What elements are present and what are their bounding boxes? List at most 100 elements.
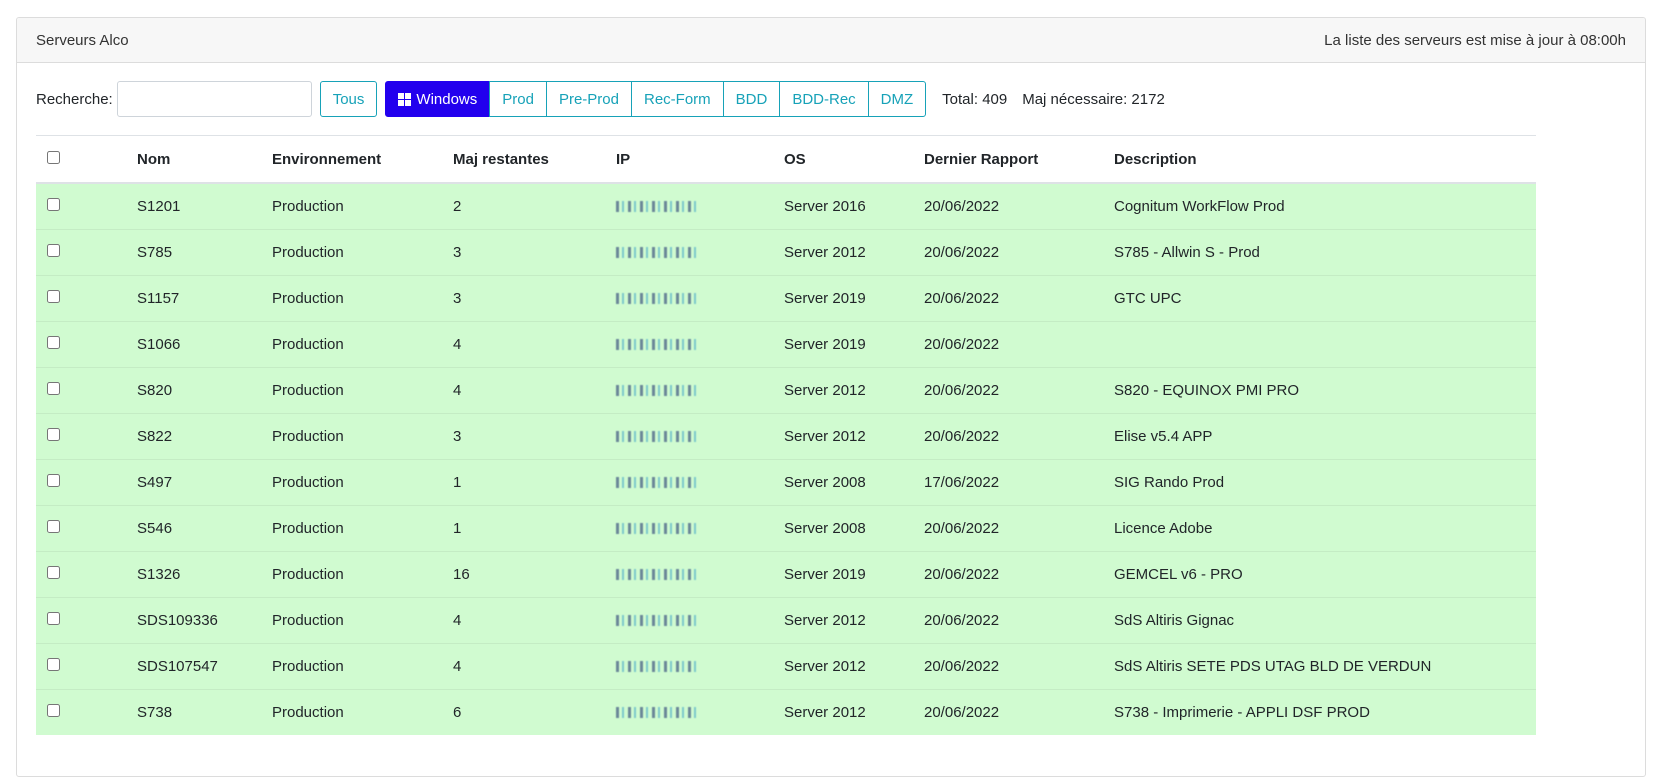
filter-windows-label: Windows xyxy=(416,90,478,108)
cell-os: Server 2012 xyxy=(784,642,924,689)
cell-description: SdS Altiris SETE PDS UTAG BLD DE VERDUN xyxy=(1114,642,1536,689)
servers-card: Serveurs Alco La liste des serveurs est … xyxy=(16,17,1646,777)
filter-bdd-button[interactable]: BDD xyxy=(722,81,781,117)
select-all-checkbox[interactable] xyxy=(47,150,60,164)
cell-nom: S738 xyxy=(137,688,272,735)
cell-description xyxy=(1114,320,1536,367)
row-checkbox[interactable] xyxy=(47,427,60,441)
redacted-ip xyxy=(616,293,698,305)
cell-ip xyxy=(616,182,784,229)
table-row[interactable]: S822 Production 3 Server 2012 20/06/2022 Elis… xyxy=(36,412,1536,459)
cell-nom: S822 xyxy=(137,412,272,459)
row-checkbox[interactable] xyxy=(47,289,60,303)
row-checkbox[interactable] xyxy=(47,335,60,349)
table-row[interactable]: S738 Production 6 Server 2012 20/06/2022 S738… xyxy=(36,688,1536,735)
table-row[interactable]: S820 Production 4 Server 2012 20/06/2022 S820… xyxy=(36,366,1536,413)
cell-ip xyxy=(616,458,784,505)
cell-ip xyxy=(616,412,784,459)
row-checkbox[interactable] xyxy=(47,657,60,671)
cell-dernier-rapport: 20/06/2022 xyxy=(924,596,1114,643)
cell-dernier-rapport: 20/06/2022 xyxy=(924,688,1114,735)
table-row[interactable]: S1326 Production 16 Server 2019 20/06/2022 GE… xyxy=(36,550,1536,597)
cell-dernier-rapport: 20/06/2022 xyxy=(924,412,1114,459)
table-row[interactable]: S497 Production 1 Server 2008 17/06/2022 SIG … xyxy=(36,458,1536,505)
table-row[interactable]: SDS107547 Production 4 Server 2012 20/06/202… xyxy=(36,642,1536,689)
table-header-row: Nom Environnement Maj restantes IP OS De… xyxy=(36,135,1536,184)
cell-environnement: Production xyxy=(272,688,453,735)
filter-all-button[interactable]: Tous xyxy=(319,81,378,117)
cell-description: GEMCEL v6 - PRO xyxy=(1114,550,1536,597)
cell-os: Server 2012 xyxy=(784,412,924,459)
table-row[interactable]: S546 Production 1 Server 2008 20/06/2022 Lice… xyxy=(36,504,1536,551)
total-count: Total: 409 xyxy=(942,90,1008,108)
cell-environnement: Production xyxy=(272,550,453,597)
redacted-ip xyxy=(616,523,698,535)
cell-os: Server 2012 xyxy=(784,228,924,275)
table-row[interactable]: S785 Production 3 Server 2012 20/06/2022 S785… xyxy=(36,228,1536,275)
table-row[interactable]: S1066 Production 4 Server 2019 20/06/2022 xyxy=(36,320,1536,367)
cell-maj-restantes: 1 xyxy=(453,458,616,505)
table-row[interactable]: SDS109336 Production 4 Server 2012 20/06/202… xyxy=(36,596,1536,643)
table-wrapper: Nom Environnement Maj restantes IP OS De… xyxy=(17,135,1645,735)
cell-description: Cognitum WorkFlow Prod xyxy=(1114,182,1536,229)
cell-nom: S1326 xyxy=(137,550,272,597)
cell-nom: SDS107547 xyxy=(137,642,272,689)
filter-button-group: Windows Prod Pre-Prod Rec-Form BDD BDD-R… xyxy=(385,81,927,117)
row-checkbox-cell xyxy=(36,550,137,597)
row-checkbox[interactable] xyxy=(47,473,60,487)
filter-preprod-button[interactable]: Pre-Prod xyxy=(545,81,632,117)
search-label: Recherche: xyxy=(36,90,113,108)
table-row[interactable]: S1157 Production 3 Server 2019 20/06/2022 GTC… xyxy=(36,274,1536,321)
filter-prod-button[interactable]: Prod xyxy=(489,81,547,117)
cell-environnement: Production xyxy=(272,320,453,367)
cell-os: Server 2019 xyxy=(784,274,924,321)
cell-environnement: Production xyxy=(272,366,453,413)
filter-bddrec-button[interactable]: BDD-Rec xyxy=(779,81,869,117)
cell-nom: S1157 xyxy=(137,274,272,321)
row-checkbox[interactable] xyxy=(47,197,60,211)
maj-needed-count: Maj nécessaire: 2172 xyxy=(1022,90,1165,108)
row-checkbox-cell xyxy=(36,688,137,735)
row-checkbox[interactable] xyxy=(47,243,60,257)
cell-maj-restantes: 1 xyxy=(453,504,616,551)
row-checkbox[interactable] xyxy=(47,565,60,579)
row-checkbox[interactable] xyxy=(47,703,60,717)
card-header: Serveurs Alco La liste des serveurs est … xyxy=(17,18,1645,63)
redacted-ip xyxy=(616,569,698,581)
filter-dmz-button[interactable]: DMZ xyxy=(867,81,927,117)
redacted-ip xyxy=(616,339,698,351)
cell-dernier-rapport: 20/06/2022 xyxy=(924,228,1114,275)
stats: Total: 409 Maj nécessaire: 2172 xyxy=(942,91,1165,108)
column-header-nom[interactable]: Nom xyxy=(137,135,272,184)
cell-os: Server 2019 xyxy=(784,320,924,367)
filter-windows-button[interactable]: Windows xyxy=(385,81,491,117)
cell-maj-restantes: 16 xyxy=(453,550,616,597)
column-header-ip[interactable]: IP xyxy=(616,135,784,184)
search-input[interactable] xyxy=(116,81,312,117)
row-checkbox-cell xyxy=(36,596,137,643)
column-header-environnement[interactable]: Environnement xyxy=(272,135,453,184)
cell-maj-restantes: 3 xyxy=(453,412,616,459)
cell-dernier-rapport: 20/06/2022 xyxy=(924,642,1114,689)
column-header-maj-restantes[interactable]: Maj restantes xyxy=(453,135,616,184)
filter-recform-button[interactable]: Rec-Form xyxy=(630,81,724,117)
toolbar: Recherche: Tous Windows Prod Pre-Prod Re… xyxy=(17,63,1645,135)
table-row[interactable]: S1201 Production 2 Server 2016 20/06/2022 Cog… xyxy=(36,182,1536,229)
column-header-dernier-rapport[interactable]: Dernier Rapport xyxy=(924,135,1114,184)
row-checkbox-cell xyxy=(36,228,137,275)
row-checkbox[interactable] xyxy=(47,611,60,625)
cell-maj-restantes: 2 xyxy=(453,182,616,229)
cell-os: Server 2012 xyxy=(784,688,924,735)
cell-ip xyxy=(616,228,784,275)
row-checkbox[interactable] xyxy=(47,381,60,395)
column-header-description[interactable]: Description xyxy=(1114,135,1536,184)
cell-description: S820 - EQUINOX PMI PRO xyxy=(1114,366,1536,413)
column-header-os[interactable]: OS xyxy=(784,135,924,184)
cell-maj-restantes: 4 xyxy=(453,320,616,367)
row-checkbox[interactable] xyxy=(47,519,60,533)
cell-environnement: Production xyxy=(272,274,453,321)
cell-description: Licence Adobe xyxy=(1114,504,1536,551)
cell-dernier-rapport: 17/06/2022 xyxy=(924,458,1114,505)
cell-description: S785 - Allwin S - Prod xyxy=(1114,228,1536,275)
redacted-ip xyxy=(616,385,698,397)
